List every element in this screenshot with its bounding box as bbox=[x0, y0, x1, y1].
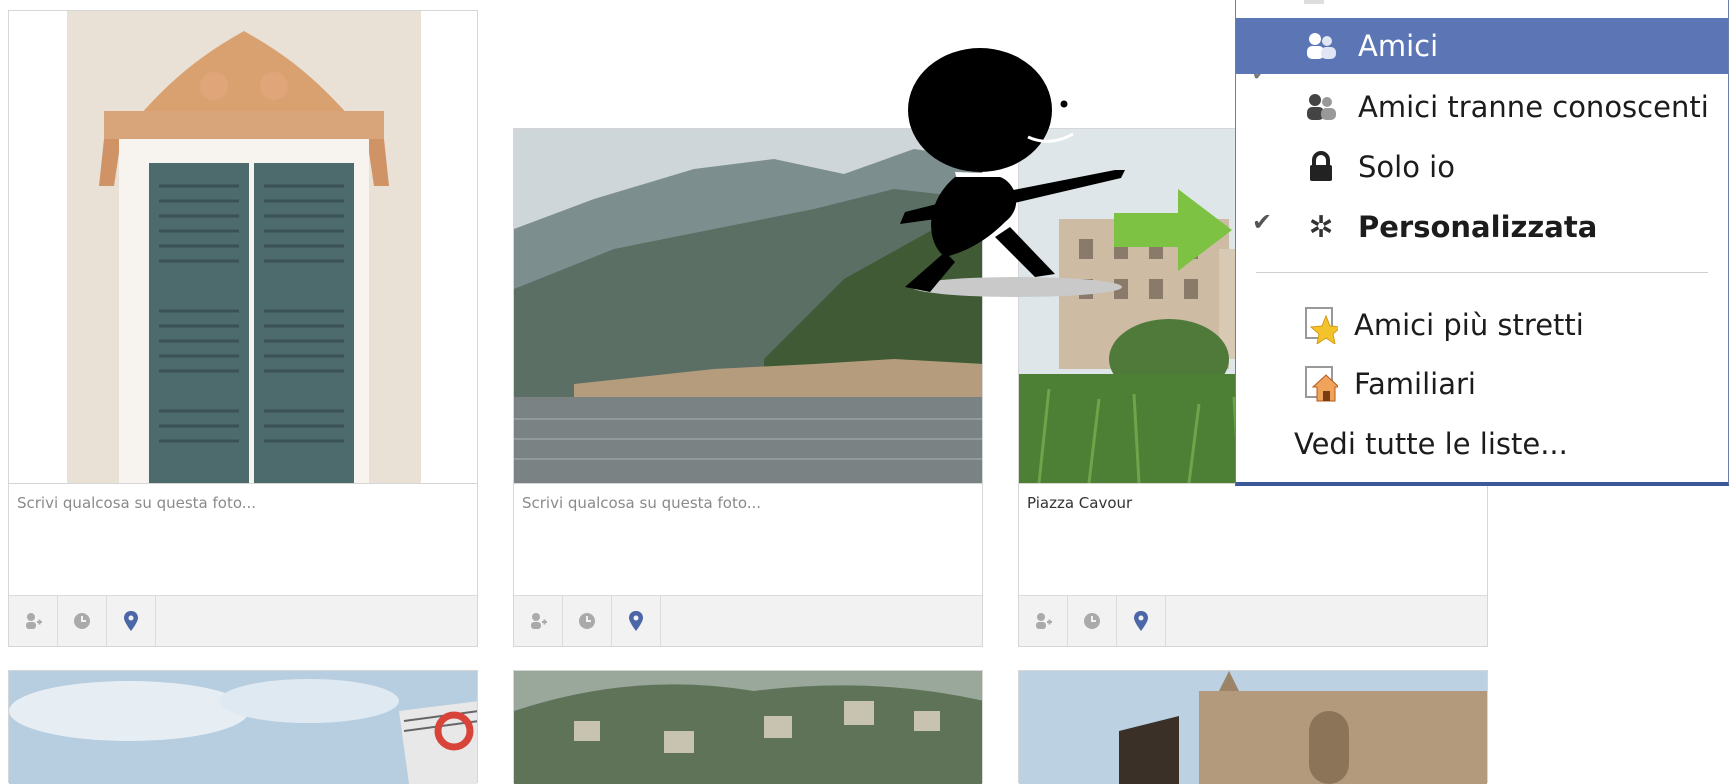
menu-item-personalizzata[interactable]: ✲ Personalizzata bbox=[1236, 199, 1728, 255]
tag-person-icon[interactable] bbox=[514, 596, 563, 646]
privacy-dropdown-menu: ✔ Amici Amici tranne conoscenti Solo io … bbox=[1235, 0, 1729, 486]
photo-caption-field[interactable]: Scrivi qualcosa su questa foto... bbox=[9, 483, 477, 595]
clock-icon[interactable] bbox=[1068, 596, 1117, 646]
photo-card-5 bbox=[513, 670, 983, 784]
photo-window-shutters[interactable] bbox=[9, 11, 477, 483]
menu-item-label: Solo io bbox=[1358, 150, 1455, 184]
photo-toolbar bbox=[1019, 595, 1487, 646]
friends-icon bbox=[1304, 29, 1338, 63]
location-pin-icon[interactable] bbox=[107, 596, 156, 646]
menu-divider bbox=[1256, 272, 1708, 273]
photo-hillside-town[interactable] bbox=[514, 671, 982, 784]
location-pin-icon[interactable] bbox=[612, 596, 661, 646]
pointing-figure-illustration bbox=[885, 42, 1150, 302]
gear-icon: ✲ bbox=[1308, 209, 1334, 245]
photo-cathedral[interactable] bbox=[1019, 671, 1487, 784]
photo-card-4 bbox=[8, 670, 478, 784]
clock-icon[interactable] bbox=[563, 596, 612, 646]
menu-item-label: Amici più stretti bbox=[1354, 308, 1584, 342]
see-all-lists-label: Vedi tutte le liste... bbox=[1294, 427, 1568, 461]
photo-caption-field[interactable]: Scrivi qualcosa su questa foto... bbox=[514, 483, 982, 595]
menu-item-amici[interactable]: Amici bbox=[1236, 18, 1728, 74]
menu-item-label: Amici bbox=[1358, 29, 1439, 63]
house-list-icon bbox=[1304, 366, 1338, 402]
photo-caption-field[interactable]: Piazza Cavour bbox=[1019, 483, 1487, 595]
menu-item-amici-piu-stretti[interactable]: Amici più stretti bbox=[1236, 297, 1728, 353]
lock-icon bbox=[1304, 150, 1338, 184]
menu-item-familiari[interactable]: Familiari bbox=[1236, 356, 1728, 412]
location-pin-icon[interactable] bbox=[1117, 596, 1166, 646]
tag-person-icon[interactable] bbox=[9, 596, 58, 646]
star-list-icon bbox=[1304, 307, 1338, 344]
photo-boat-sky[interactable] bbox=[9, 671, 477, 784]
see-all-lists-link[interactable]: Vedi tutte le liste... bbox=[1236, 416, 1728, 472]
menu-item-amici-tranne-conoscenti[interactable]: Amici tranne conoscenti bbox=[1236, 79, 1728, 135]
green-arrow-icon bbox=[1114, 189, 1232, 271]
photo-toolbar bbox=[9, 595, 477, 646]
tag-person-icon[interactable] bbox=[1019, 596, 1068, 646]
menu-item-label: Amici tranne conoscenti bbox=[1358, 90, 1709, 124]
clock-icon[interactable] bbox=[58, 596, 107, 646]
menu-item-label: Familiari bbox=[1354, 367, 1476, 401]
photo-card-6 bbox=[1018, 670, 1488, 784]
menu-item-label: Personalizzata bbox=[1358, 210, 1598, 244]
menu-item-partial bbox=[1304, 0, 1324, 4]
photo-card-1: Scrivi qualcosa su questa foto... bbox=[8, 10, 478, 647]
menu-item-solo-io[interactable]: Solo io bbox=[1236, 139, 1728, 195]
friends-except-icon bbox=[1304, 90, 1338, 124]
photo-toolbar bbox=[514, 595, 982, 646]
